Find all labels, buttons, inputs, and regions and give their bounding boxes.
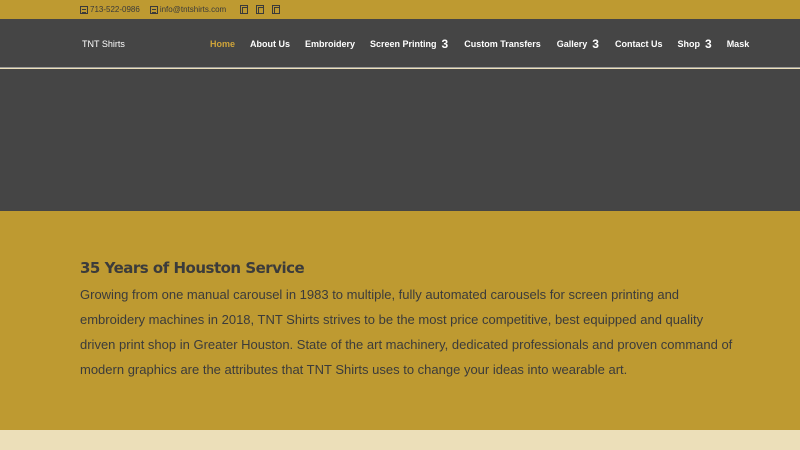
chevron-down-icon: 3 (441, 36, 449, 51)
nav-label: Shop (677, 39, 701, 49)
nav-mask[interactable]: Mask (727, 39, 750, 49)
nav-home[interactable]: Home (210, 39, 235, 49)
nav-label: Home (210, 39, 236, 49)
top-bar: 713-522-0986 info@tntshirts.com (0, 0, 800, 19)
nav-label: Contact Us (614, 39, 663, 49)
nav-about-us[interactable]: About Us (250, 39, 290, 49)
nav-shop[interactable]: Shop 3 (677, 36, 712, 51)
footer-band (0, 430, 800, 450)
phone-number[interactable]: 713-522-0986 (90, 5, 140, 14)
instagram-icon[interactable] (272, 5, 281, 14)
nav-embroidery[interactable]: Embroidery (305, 39, 355, 49)
nav-label: About Us (250, 39, 291, 49)
nav-contact-us[interactable]: Contact Us (615, 39, 663, 49)
email-address[interactable]: info@tntshirts.com (160, 5, 226, 14)
section-body: Growing from one manual carousel in 1983… (80, 287, 733, 377)
chevron-down-icon: 3 (705, 36, 712, 51)
hero-banner (0, 69, 800, 211)
nav-gallery[interactable]: Gallery 3 (556, 36, 599, 51)
section-heading: 35 Years of Houston Service (80, 259, 305, 277)
email-contact[interactable]: info@tntshirts.com (149, 5, 226, 14)
phone-icon (80, 5, 88, 14)
phone-contact[interactable]: 713-522-0986 (80, 5, 140, 14)
nav-label: Embroidery (305, 39, 356, 49)
facebook-icon[interactable] (240, 5, 249, 14)
nav-label: Screen Printing (370, 39, 437, 49)
about-section: 35 Years of Houston Service Growing from… (0, 211, 800, 430)
nav-label: Mask (726, 39, 750, 49)
site-header: TNT Shirts Home About Us Embroidery Scre… (0, 19, 800, 68)
main-nav: Home About Us Embroidery Screen Printing… (210, 36, 750, 51)
twitter-icon[interactable] (256, 5, 265, 14)
site-logo[interactable]: TNT Shirts (82, 39, 125, 49)
nav-screen-printing[interactable]: Screen Printing 3 (370, 36, 449, 51)
nav-label: Gallery (556, 39, 588, 49)
chevron-down-icon: 3 (592, 36, 599, 51)
nav-label: Custom Transfers (464, 39, 541, 49)
email-icon (149, 5, 158, 14)
nav-custom-transfers[interactable]: Custom Transfers (464, 39, 541, 49)
